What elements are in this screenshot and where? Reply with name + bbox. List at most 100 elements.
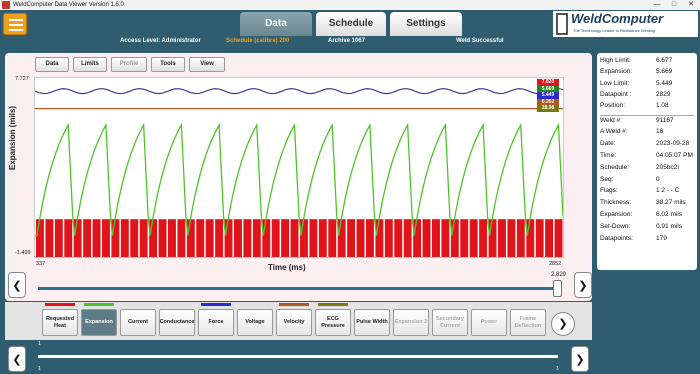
weld-slider-end: 1: [556, 366, 560, 372]
tab-data[interactable]: Data: [240, 12, 312, 36]
tab-settings[interactable]: Settings: [390, 12, 462, 36]
info-value: 0.91 mils: [656, 222, 683, 230]
info-row-a-weld-no: A Weld #: 16: [600, 128, 694, 138]
info-row-expansion2: Expansion: 6.02 mils: [600, 211, 694, 221]
heat-bar: [205, 219, 214, 257]
info-row-time: Time: 04:05:07 PM: [600, 152, 694, 162]
info-row-weld-no: Weld #: 91167: [600, 117, 694, 127]
menu-button[interactable]: [3, 13, 27, 35]
logo-mark-icon: [556, 13, 568, 35]
datapoint-slider-thumb[interactable]: [553, 280, 562, 297]
weld-slider-track[interactable]: [38, 355, 558, 358]
logo-tagline: The Technology Leader in Resistance Weld…: [573, 28, 656, 33]
minimize-icon[interactable]: —: [650, 0, 664, 10]
legend-button-conductance[interactable]: Conductance: [159, 309, 195, 336]
legend-button-ecg-pressure[interactable]: ECG Pressure: [315, 309, 351, 336]
tab-schedule[interactable]: Schedule: [316, 12, 386, 36]
info-label: Flags:: [600, 187, 618, 195]
info-label: Weld #:: [600, 116, 622, 124]
data-button[interactable]: Data: [35, 57, 69, 72]
heat-bar: [403, 219, 412, 257]
info-label: Datapoints:: [600, 234, 633, 242]
info-label: Low Limit:: [600, 79, 630, 87]
weld-status: Weld Successful: [456, 38, 504, 44]
info-label: Thickness:: [600, 199, 632, 207]
heat-bar: [479, 219, 488, 257]
info-value: 2829: [656, 90, 671, 98]
heat-bar: [347, 219, 356, 257]
info-label: Expansion:: [600, 210, 633, 218]
info-row-seq: Seq: 0: [600, 176, 694, 186]
legend-swatch-velocity: [279, 303, 309, 306]
info-value: 0: [656, 175, 660, 183]
legend-button-pulse-width[interactable]: Pulse Width: [354, 309, 390, 336]
heat-bar: [92, 219, 101, 257]
info-row-schedule: Schedule: 205bc2l: [600, 164, 694, 174]
info-row-low-limit: Low Limit: 5.449: [600, 80, 694, 90]
high-limit-line: [34, 88, 564, 95]
legend-button-force[interactable]: Force: [198, 309, 234, 336]
info-row-flags: Flags: 1 2 - - C: [600, 187, 694, 197]
heat-bar: [120, 219, 129, 257]
scroll-left-button[interactable]: ❮: [8, 272, 26, 298]
info-row-thickness: Thickness: 38.27 mils: [600, 199, 694, 209]
info-value: 5.669: [656, 68, 673, 76]
legend-button-expansion2[interactable]: Expansion 2: [393, 309, 429, 336]
heat-bar: [300, 219, 308, 257]
legend-button-current[interactable]: Current: [120, 309, 156, 336]
x-axis-label: Time (ms): [268, 263, 306, 272]
legend-button-velocity[interactable]: Velocity: [276, 309, 312, 336]
x-tick-min: 337: [36, 261, 46, 267]
info-separator: [600, 114, 694, 116]
heat-bar: [281, 219, 290, 257]
heat-bar: [83, 219, 92, 257]
legend-button-secondary-current[interactable]: Secondary Current: [432, 309, 468, 336]
heat-bar: [73, 219, 82, 257]
heat-bar: [375, 219, 384, 257]
info-label: Time:: [600, 151, 617, 159]
profile-button[interactable]: Profile: [111, 57, 147, 72]
heat-bar: [243, 219, 252, 257]
info-row-setdown: Set-Down: 0.91 mils: [600, 223, 694, 233]
legend-swatch-ecg-pressure: [318, 303, 348, 306]
heat-bar: [535, 219, 544, 257]
y-tick-min: -1.499: [15, 250, 31, 256]
datapoint-slider-track[interactable]: [38, 287, 558, 290]
y-axis-label: Expansion (mils): [8, 105, 17, 170]
logo-text: WeldComputer: [571, 11, 664, 26]
heat-bar: [328, 219, 337, 257]
heat-bar: [290, 219, 299, 257]
maximize-icon[interactable]: □: [667, 0, 681, 10]
legend-button-expansion[interactable]: Expansion: [81, 309, 117, 336]
info-label: Datapoint :: [600, 90, 632, 98]
y-tick-max: 7.727: [15, 76, 29, 82]
prev-weld-button[interactable]: ❮: [8, 346, 26, 372]
heat-bar: [469, 219, 478, 257]
info-value: 5.449: [656, 79, 673, 87]
info-value: 6.02 mils: [656, 210, 683, 218]
weld-slider-start: 1: [38, 341, 42, 347]
tools-button[interactable]: Tools: [151, 57, 185, 72]
heat-bar: [488, 219, 497, 257]
legend-button-requested-heat[interactable]: Requested Heat: [42, 309, 78, 336]
plot-area[interactable]: [34, 77, 564, 258]
marker-value: 28.98: [537, 105, 559, 112]
heat-bar: [271, 219, 280, 257]
next-weld-button[interactable]: ❯: [571, 346, 589, 372]
weld-slider-start-bottom: 1: [38, 366, 42, 372]
heat-bar: [139, 219, 148, 257]
heat-bar: [215, 219, 224, 257]
heat-bar: [36, 219, 44, 257]
close-icon[interactable]: ✕: [684, 0, 698, 10]
info-row-position: Position: 1.08: [600, 102, 694, 112]
view-button[interactable]: View: [189, 57, 225, 72]
legend-button-frame-deflection[interactable]: Frame Deflection: [510, 309, 546, 336]
legend-button-voltage[interactable]: Voltage: [237, 309, 273, 336]
scroll-right-button[interactable]: ❯: [574, 272, 592, 298]
window-title: WeldComputer Data Viewer Version 1.6.0: [13, 2, 124, 8]
limits-button[interactable]: Limits: [73, 57, 107, 72]
next-page-button[interactable]: ❯: [551, 312, 575, 336]
info-value: 2023-09-28: [656, 140, 690, 148]
info-value: 1 2 - - C: [656, 187, 680, 195]
legend-button-power[interactable]: Power: [471, 309, 507, 336]
